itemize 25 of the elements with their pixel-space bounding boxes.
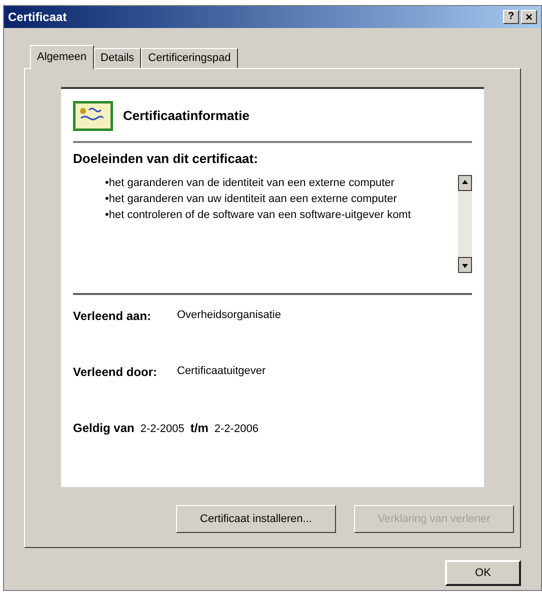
purpose-item: •het controleren of de software van een software-uitgever komt xyxy=(105,208,412,222)
purposes-title: Doeleinden van dit certificaat: xyxy=(73,150,259,168)
close-button[interactable]: × xyxy=(521,10,537,24)
action-button[interactable]: Certificaat installeren... xyxy=(176,505,336,533)
valid-to-label: t/m xyxy=(190,420,208,436)
issued-to-label: Verleend aan: xyxy=(73,308,152,324)
tab[interactable]: Algemeen xyxy=(30,45,94,69)
issued-to-value: Overheidsorganisatie xyxy=(177,308,281,322)
issued-by-value: Certificaatuitgever xyxy=(177,364,266,378)
ok-button[interactable]: OK xyxy=(445,560,521,586)
purpose-item: •het garanderen van uw identiteit aan een externe computer xyxy=(105,192,398,206)
help-button[interactable]: ? xyxy=(503,10,519,24)
tab[interactable]: Certificeringspad xyxy=(141,48,238,68)
valid-label: Geldig van xyxy=(73,420,134,436)
window-title: Certificaat xyxy=(8,9,67,26)
scroll-down-icon[interactable] xyxy=(458,256,472,272)
valid-from: 2-2-2005 xyxy=(140,422,184,436)
issued-by-label: Verleend door: xyxy=(73,364,158,380)
scroll-up-icon[interactable] xyxy=(458,174,472,190)
info-heading: Certificaatinformatie xyxy=(123,107,250,126)
scrollbar[interactable] xyxy=(458,174,472,272)
certificate-icon xyxy=(73,101,113,131)
purpose-item: •het garanderen van de identiteit van een externe computer xyxy=(105,176,396,190)
valid-to: 2-2-2006 xyxy=(214,422,258,436)
tab[interactable]: Details xyxy=(94,48,142,68)
